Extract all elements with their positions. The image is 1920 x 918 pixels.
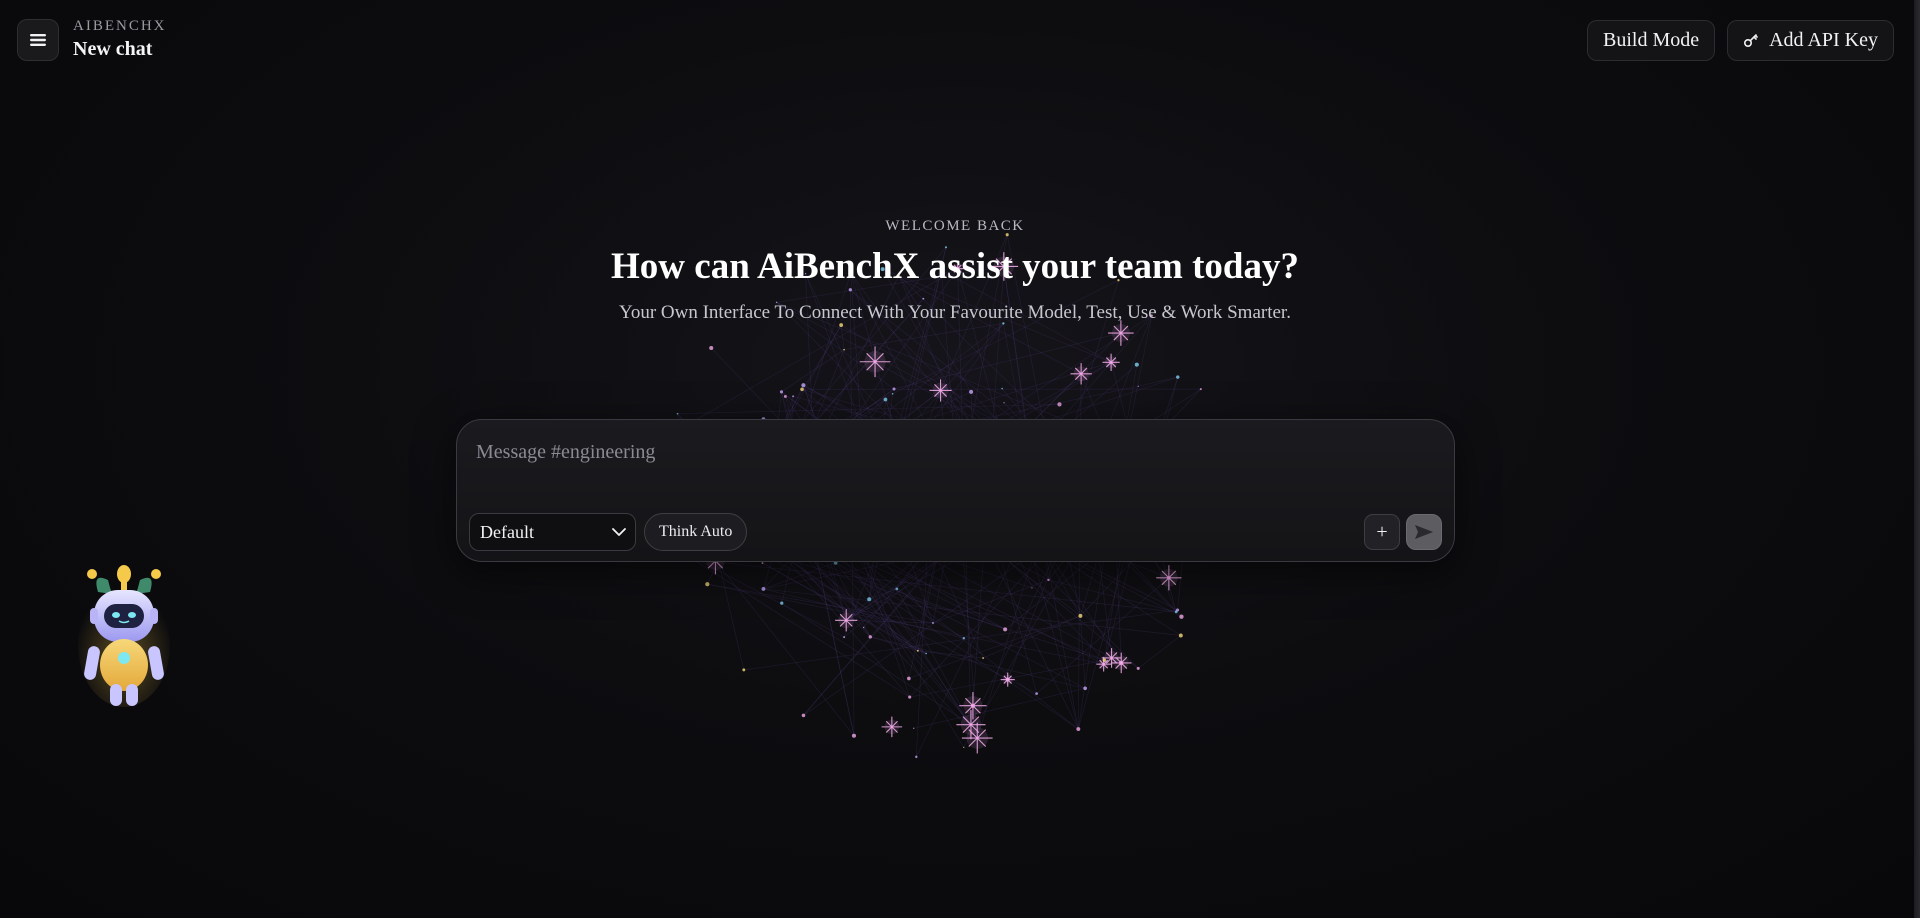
chat-title: New chat xyxy=(73,38,153,60)
key-icon xyxy=(1743,33,1759,49)
send-icon xyxy=(1415,525,1433,539)
menu-button[interactable] xyxy=(17,19,59,61)
brand-name: AIBENCHX xyxy=(73,18,167,34)
send-button[interactable] xyxy=(1406,514,1442,550)
model-select[interactable]: Default xyxy=(469,513,636,551)
build-mode-button[interactable]: Build Mode xyxy=(1586,20,1716,61)
welcome-section: WELCOME BACK How can AiBenchX assist you… xyxy=(0,218,1910,324)
top-actions: Build Mode Add API Key xyxy=(1586,20,1894,61)
app-page: AIBENCHX New chat Build Mode Add API Key… xyxy=(0,0,1920,918)
chevron-down-icon xyxy=(611,527,627,537)
add-api-key-button[interactable]: Add API Key xyxy=(1727,20,1894,61)
robot-mascot-icon[interactable] xyxy=(78,560,170,710)
think-auto-button[interactable]: Think Auto xyxy=(644,513,748,551)
model-select-value: Default xyxy=(480,521,534,542)
message-input[interactable] xyxy=(476,436,1416,468)
welcome-eyebrow: WELCOME BACK xyxy=(885,218,1025,234)
brand-block: AIBENCHX New chat xyxy=(73,18,167,61)
welcome-subtitle: Your Own Interface To Connect With Your … xyxy=(619,302,1291,323)
message-composer: Default Think Auto + xyxy=(456,419,1455,562)
think-auto-label: Think Auto xyxy=(659,523,733,540)
build-mode-label: Build Mode xyxy=(1602,29,1700,51)
plus-icon: + xyxy=(1376,520,1388,543)
add-api-key-label: Add API Key xyxy=(1769,29,1878,51)
page-scrollbar[interactable] xyxy=(1914,0,1920,918)
hamburger-icon xyxy=(30,34,46,46)
welcome-title: How can AiBenchX assist your team today? xyxy=(611,246,1299,287)
attach-button[interactable]: + xyxy=(1364,514,1400,550)
